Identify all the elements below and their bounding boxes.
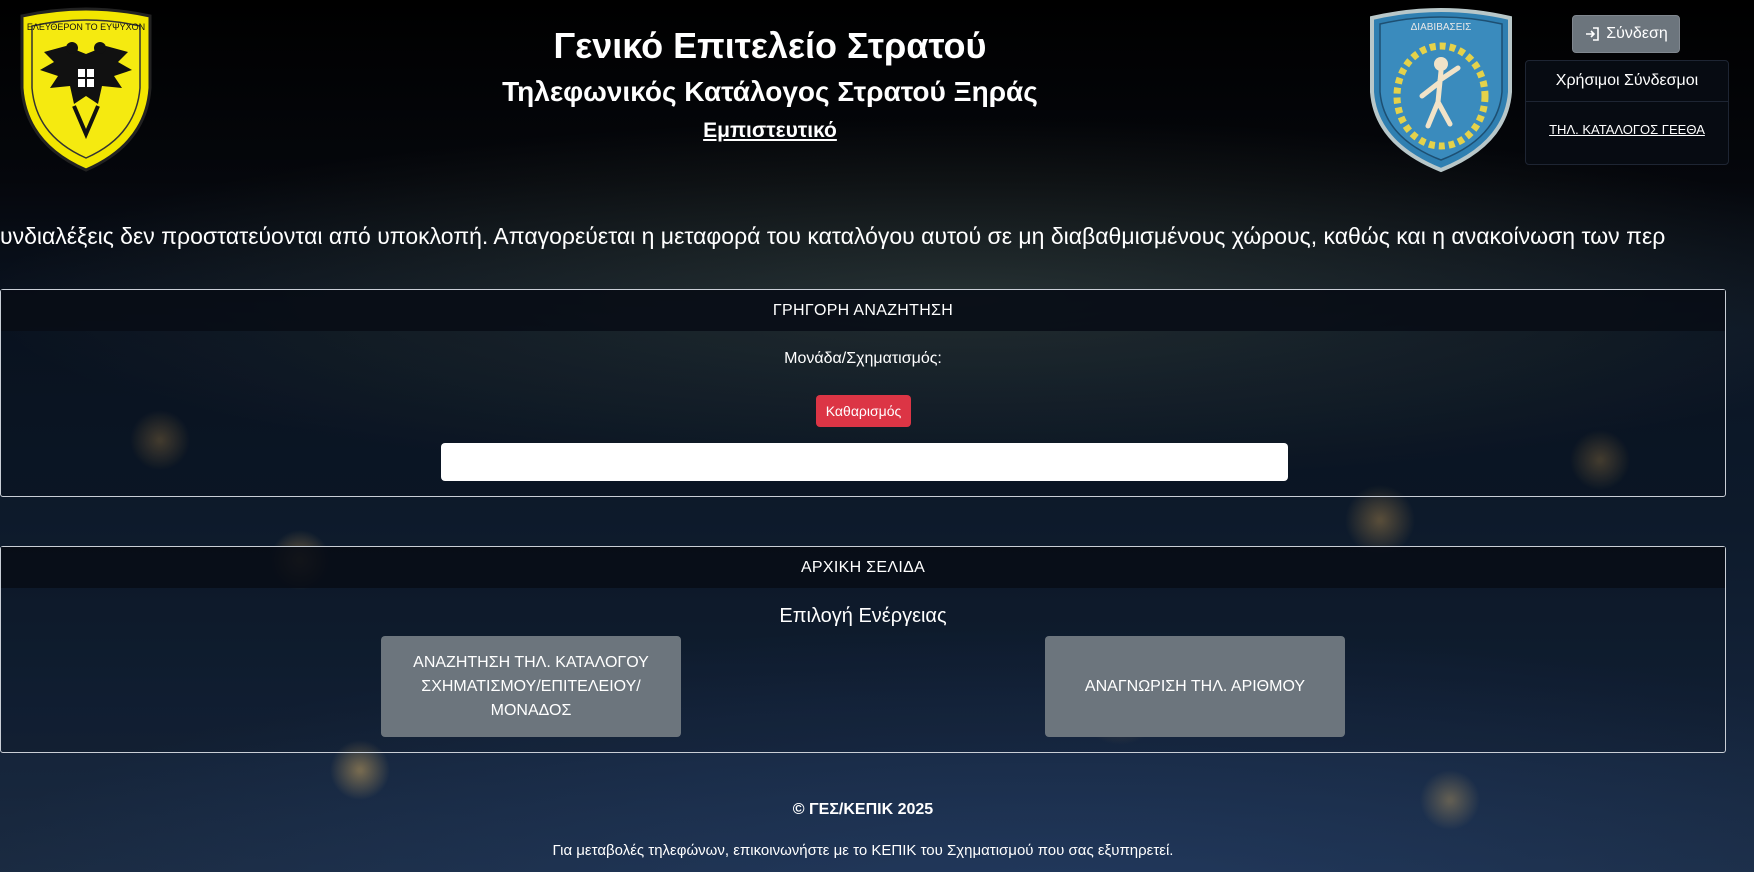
unit-label: Μονάδα/Σχηματισμός: [784, 350, 942, 367]
footer-note: Για μεταβολές τηλεφώνων, επικοινωνήστε μ… [552, 842, 1174, 859]
login-label: Σύνδεση [1606, 25, 1668, 42]
army-emblem-logo: ΕΛΕΥΘΕΡΟΝ ΤΟ ΕΥΨΥΧΟΝ [20, 7, 152, 172]
page-header: Γενικό Επιτελείο Στρατού Τηλεφωνικός Κατ… [420, 24, 1120, 146]
marquee-text: υνδιαλέξεις δεν προστατεύονται από υποκλ… [0, 223, 1666, 249]
identify-number-button[interactable]: ΑΝΑΓΝΩΡΙΣΗ ΤΗΛ. ΑΡΙΘΜΟΥ [1045, 636, 1345, 737]
footer-copyright: © ΓΕΣ/ΚΕΠΙΚ 2025 [792, 801, 934, 818]
unit-search-input[interactable] [441, 443, 1288, 481]
link-geetha-directory[interactable]: ΤΗΛ. ΚΑΤΑΛΟΓΟΣ ΓΕΕΘΑ [1526, 122, 1728, 137]
classification-label: Εμπιστευτικό [703, 119, 837, 142]
useful-links-title: Χρήσιμοι Σύνδεσμοι [1526, 61, 1728, 102]
login-button[interactable]: Σύνδεση [1572, 15, 1680, 53]
home-header: ΑΡΧΙΚΗ ΣΕΛΙΔΑ [1, 547, 1725, 588]
home-panel: ΑΡΧΙΚΗ ΣΕΛΙΔΑ Επιλογή Ενέργειας ΑΝΑΖΗΤΗΣ… [0, 546, 1726, 753]
action-title: Επιλογή Ενέργειας [779, 605, 947, 627]
login-icon [1586, 27, 1600, 41]
useful-links-panel: Χρήσιμοι Σύνδεσμοι ΤΗΛ. ΚΑΤΑΛΟΓΟΣ ΓΕΕΘΑ [1525, 60, 1729, 165]
page-subtitle: Τηλεφωνικός Κατάλογος Στρατού Ξηράς [502, 76, 1038, 107]
quick-search-panel: ΓΡΗΓΟΡΗ ΑΝΑΖΗΤΗΣΗ Μονάδα/Σχηματισμός: Κα… [0, 289, 1726, 497]
quick-search-header: ΓΡΗΓΟΡΗ ΑΝΑΖΗΤΗΣΗ [1, 290, 1725, 331]
signals-emblem-logo: ΔΙΑΒΙΒΑΣΕΙΣ [1370, 8, 1512, 173]
warning-marquee: υνδιαλέξεις δεν προστατεύονται από υποκλ… [0, 218, 1728, 254]
left-logo-text: ΕΛΕΥΘΕΡΟΝ ΤΟ ΕΥΨΥΧΟΝ [27, 22, 145, 32]
page-title: Γενικό Επιτελείο Στρατού [553, 25, 987, 66]
right-logo-text: ΔΙΑΒΙΒΑΣΕΙΣ [1411, 22, 1472, 33]
search-directory-button[interactable]: ΑΝΑΖΗΤΗΣΗ ΤΗΛ. ΚΑΤΑΛΟΓΟΥ ΣΧΗΜΑΤΙΣΜΟΥ/ΕΠΙ… [381, 636, 681, 737]
clear-button[interactable]: Καθαρισμός [816, 395, 911, 427]
